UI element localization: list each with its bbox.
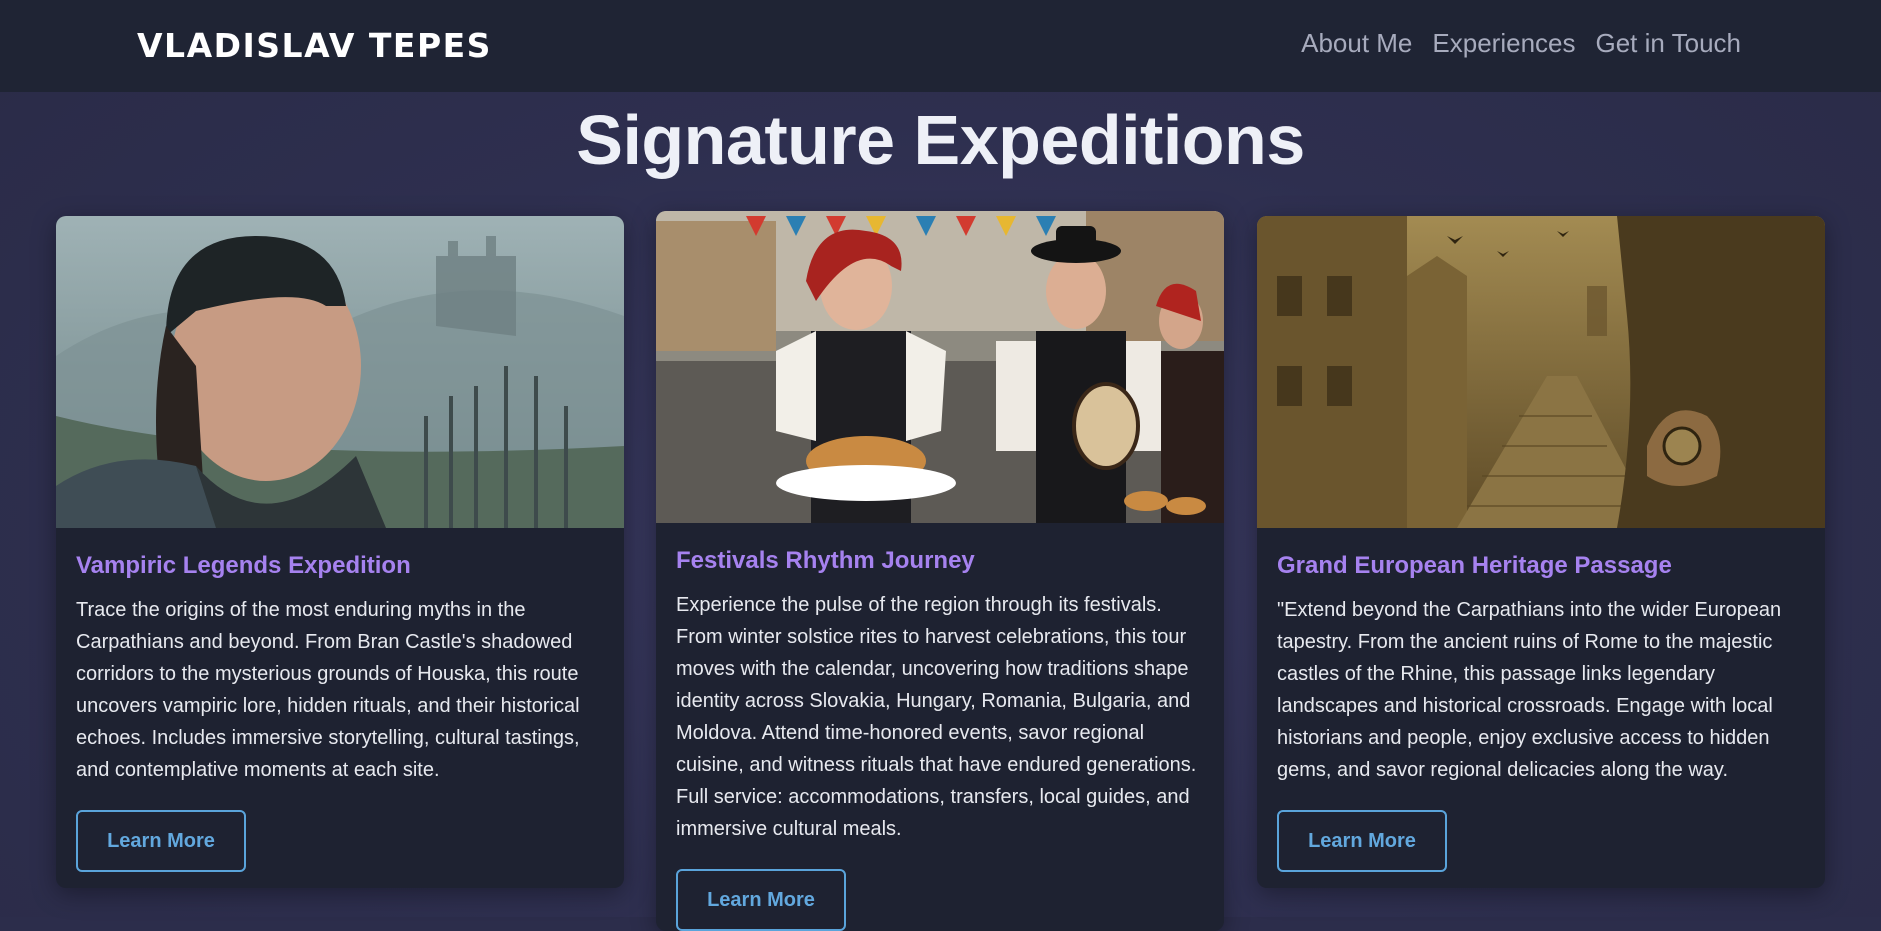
card-image-misty-castle [56, 216, 624, 528]
nav-link-contact[interactable]: Get in Touch [1595, 28, 1741, 59]
expedition-card: Festivals Rhythm Journey Experience the … [656, 211, 1224, 931]
expedition-card: Vampiric Legends Expedition Trace the or… [56, 216, 624, 888]
card-image-old-town-compass [1257, 216, 1825, 528]
card-description: Trace the origins of the most enduring m… [76, 599, 580, 781]
page-title: Signature Expeditions [576, 101, 1305, 179]
nav-link-about[interactable]: About Me [1301, 28, 1412, 59]
expedition-card: Grand European Heritage Passage "Extend … [1257, 216, 1825, 888]
card-body: Festivals Rhythm Journey Experience the … [656, 523, 1224, 931]
card-body: Vampiric Legends Expedition Trace the or… [56, 528, 624, 872]
card-title: Festivals Rhythm Journey [676, 547, 975, 574]
nav-links: About Me Experiences Get in Touch [1301, 28, 1741, 59]
card-image-folk-festival [656, 211, 1224, 523]
learn-more-button[interactable]: Learn More [1277, 810, 1447, 872]
card-title: Grand European Heritage Passage [1277, 552, 1672, 579]
navbar: VLADISLAV TEPES About Me Experiences Get… [0, 0, 1881, 92]
brand-logo[interactable]: VLADISLAV TEPES [137, 26, 492, 65]
learn-more-button[interactable]: Learn More [76, 810, 246, 872]
learn-more-button[interactable]: Learn More [676, 869, 846, 931]
card-title: Vampiric Legends Expedition [76, 552, 411, 579]
nav-link-experiences[interactable]: Experiences [1432, 28, 1575, 59]
card-description: Experience the pulse of the region throu… [676, 594, 1197, 840]
card-body: Grand European Heritage Passage "Extend … [1257, 528, 1825, 872]
card-description: "Extend beyond the Carpathians into the … [1277, 599, 1782, 781]
